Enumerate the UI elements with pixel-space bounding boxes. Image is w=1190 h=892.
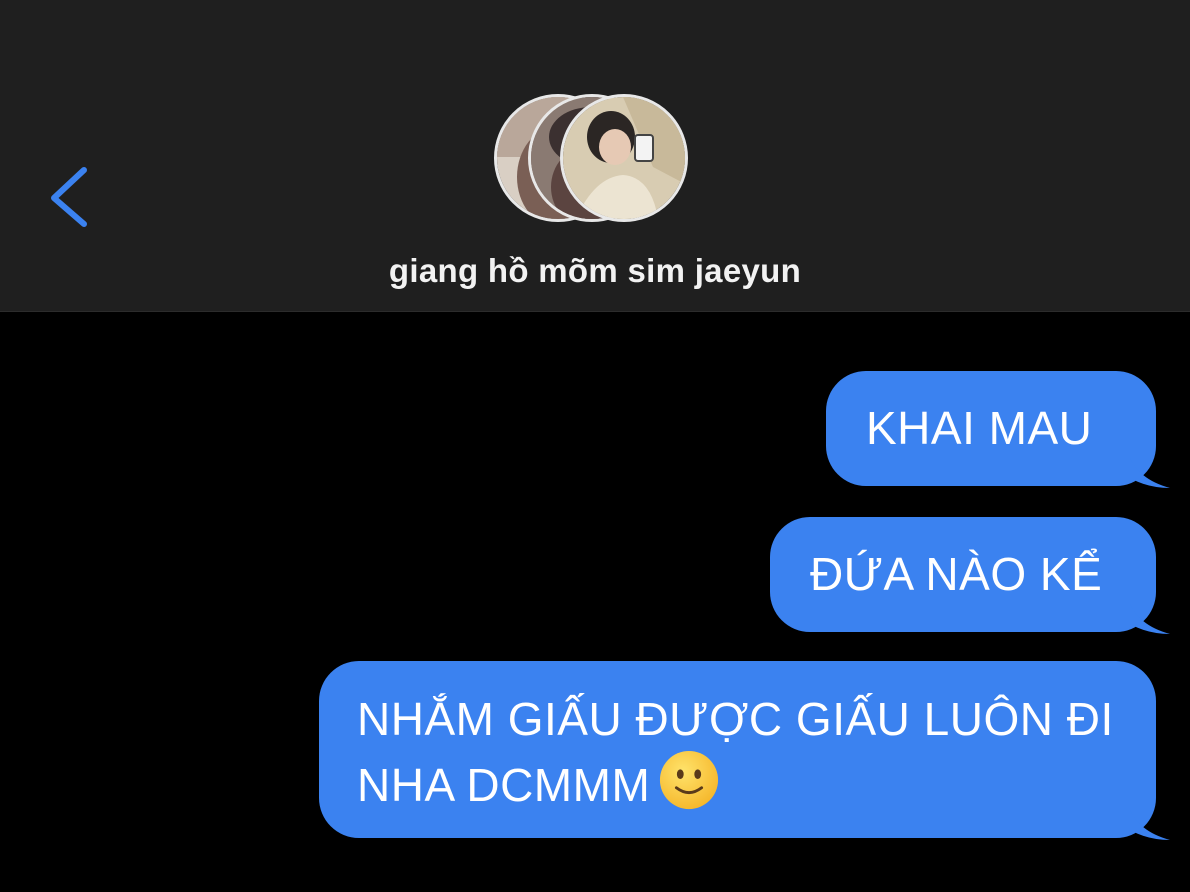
conversation-header: giang hồ mõm sim jaeyun xyxy=(0,0,1190,312)
back-button[interactable] xyxy=(40,158,110,238)
group-avatar-stack[interactable] xyxy=(494,94,694,230)
message-bubble-outgoing[interactable]: NHẮM GIẤU ĐƯỢC GIẤU LUÔN ĐI NHA DCMMM xyxy=(319,661,1170,840)
slightly-smiling-face-icon xyxy=(660,750,719,810)
chevron-left-icon xyxy=(51,167,87,227)
conversation-title[interactable]: giang hồ mõm sim jaeyun xyxy=(0,252,1190,290)
message-text: NHẮM GIẤU ĐƯỢC GIẤU LUÔN ĐI NHA DCMMM xyxy=(357,693,1114,811)
message-bubble-outgoing[interactable]: KHAI MAU xyxy=(826,371,1170,488)
bubble-tail xyxy=(1130,604,1170,634)
bubble-tail xyxy=(1130,810,1170,840)
message-text: ĐỨA NÀO KỂ xyxy=(810,548,1103,600)
message-text: KHAI MAU xyxy=(866,402,1093,454)
group-member-avatar-3 xyxy=(560,94,688,222)
bubble-tail xyxy=(1130,458,1170,488)
message-bubble-outgoing[interactable]: ĐỨA NÀO KỂ xyxy=(770,517,1170,634)
